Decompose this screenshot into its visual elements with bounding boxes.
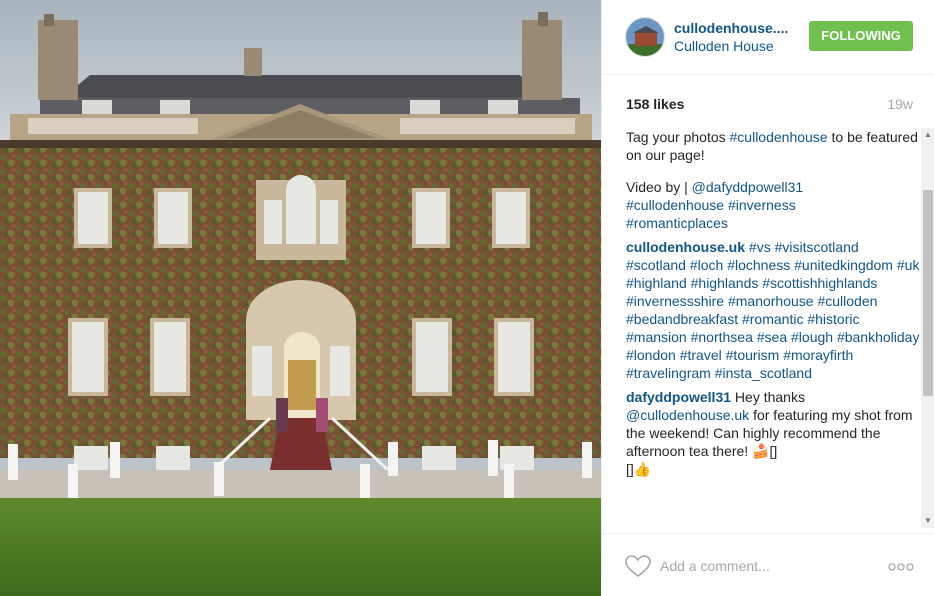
hashtag-link[interactable]: #sea [757, 329, 787, 345]
hashtag-link[interactable]: #invernessshire [626, 293, 724, 309]
hashtag-link[interactable]: #loch [690, 257, 723, 273]
comment-author[interactable]: cullodenhouse.uk [626, 239, 745, 255]
hashtag-link[interactable]: #uk [897, 257, 920, 273]
comments-scrollbar[interactable]: ▲ ▼ [921, 128, 934, 528]
hashtag-link[interactable]: #northsea [691, 329, 753, 345]
username-link[interactable]: cullodenhouse.... [674, 20, 804, 37]
heart-icon[interactable] [624, 554, 652, 578]
hashtag-link[interactable]: #unitedkingdom [794, 257, 893, 273]
caption-text: Tag your photos [626, 129, 730, 145]
user-block: cullodenhouse.... Culloden House [674, 20, 804, 55]
hashtag-link[interactable]: #culloden [817, 293, 877, 309]
comment-item: dafyddpowell31 Hey thanks @cullodenhouse… [626, 388, 922, 478]
comment-input[interactable] [660, 553, 870, 579]
hashtag-link[interactable]: #london [626, 347, 676, 363]
photo-culloden-house-image [0, 0, 601, 596]
hashtag-link[interactable]: #travelingram [626, 365, 711, 381]
hashtag-link[interactable]: #highlands [691, 275, 759, 291]
post-stats: 158 likes 19w [602, 76, 934, 128]
caption-line: Tag your photos #cullodenhouse to be fea… [626, 128, 922, 164]
hashtag-link[interactable]: #vs [749, 239, 771, 255]
mention-link[interactable]: @dafyddpowell31 [692, 179, 804, 195]
hashtag-link[interactable]: #bankholiday [837, 329, 920, 345]
avatar-image [626, 18, 664, 56]
location-link[interactable]: Culloden House [674, 38, 804, 55]
likes-count[interactable]: 158 likes [626, 96, 684, 112]
hashtag-link[interactable]: #mansion [626, 329, 687, 345]
hashtag-link[interactable]: #scotland [626, 257, 686, 273]
hashtag-link[interactable]: #cullodenhouse [730, 129, 828, 145]
post-header: cullodenhouse.... Culloden House FOLLOWI… [602, 0, 934, 75]
hashtag-link[interactable]: #lochness [727, 257, 790, 273]
hashtag-link[interactable]: #scottishhighlands [762, 275, 877, 291]
hashtag-link[interactable]: #inverness [728, 197, 796, 213]
post-footer [602, 533, 934, 596]
caption-video-credit: Video by | @dafyddpowell31 #cullodenhouse… [626, 178, 922, 232]
hashtag-link[interactable]: #manorhouse [728, 293, 814, 309]
scroll-up-arrow-icon[interactable]: ▲ [921, 128, 934, 142]
comment-author[interactable]: dafyddpowell31 [626, 389, 731, 405]
comment-item: cullodenhouse.uk #vs #visitscotland #sco… [626, 238, 922, 382]
comment-text: Hey thanks [731, 389, 805, 405]
hashtag-link[interactable]: #romantic [742, 311, 803, 327]
hashtag-link[interactable]: #highland [626, 275, 687, 291]
hashtag-link[interactable]: #historic [807, 311, 859, 327]
post-timestamp: 19w [887, 96, 913, 112]
hashtag-link[interactable]: #romanticplaces [626, 215, 728, 231]
hashtag-link[interactable]: #cullodenhouse [626, 197, 724, 213]
comment-hashtags: #vs #visitscotland #scotland #loch #loch… [626, 239, 919, 381]
comments-list: Tag your photos #cullodenhouse to be fea… [626, 128, 922, 526]
caption-text: Video by | [626, 179, 692, 195]
hashtag-link[interactable]: #bedandbreakfast [626, 311, 738, 327]
mention-link[interactable]: @cullodenhouse.uk [626, 407, 749, 423]
scrollbar-thumb[interactable] [923, 190, 933, 396]
post-side-panel: cullodenhouse.... Culloden House FOLLOWI… [601, 0, 934, 596]
more-options-icon[interactable] [887, 562, 915, 572]
hashtag-link[interactable]: #lough [791, 329, 833, 345]
hashtag-link[interactable]: #visitscotland [775, 239, 859, 255]
post-photo[interactable] [0, 0, 601, 596]
hashtag-link[interactable]: #travel [680, 347, 722, 363]
hashtag-link[interactable]: #tourism [726, 347, 780, 363]
following-button[interactable]: FOLLOWING [809, 21, 913, 51]
hashtag-link[interactable]: #insta_scotland [715, 365, 812, 381]
hashtag-link[interactable]: #morayfirth [783, 347, 853, 363]
scroll-down-arrow-icon[interactable]: ▼ [921, 514, 934, 528]
avatar[interactable] [625, 17, 665, 57]
